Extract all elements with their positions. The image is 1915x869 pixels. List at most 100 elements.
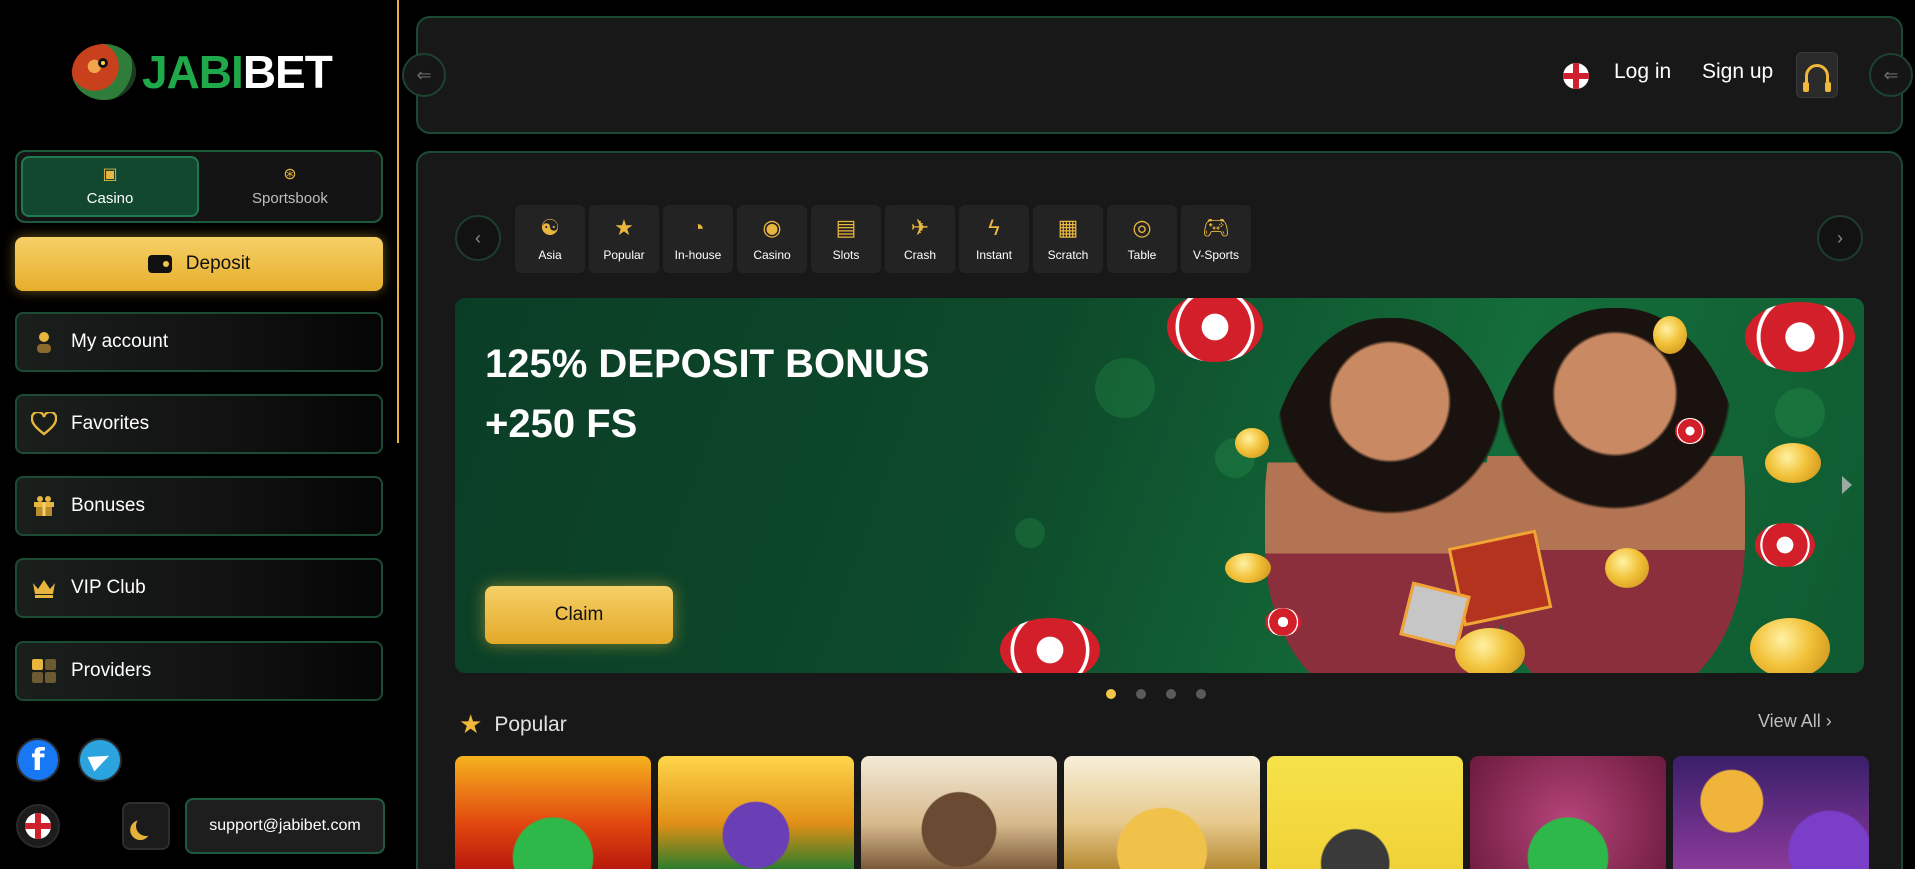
yin-yang-icon: ☯ [540, 215, 560, 240]
sidebar-item-bonuses[interactable]: Bonuses [15, 476, 383, 536]
casino-chip-image [1675, 418, 1705, 444]
casino-chip-image [1000, 618, 1100, 673]
login-link[interactable]: Log in [1614, 60, 1671, 84]
category-table[interactable]: ◎ Table [1107, 205, 1177, 273]
game-tile[interactable] [1673, 756, 1869, 869]
support-button[interactable] [1796, 52, 1838, 98]
poker-chips-icon: ◎ [1132, 215, 1152, 240]
mode-switch: ▣ Casino ⊛ Sportsbook [15, 150, 383, 223]
support-email[interactable]: support@jabibet.com [185, 798, 385, 854]
sidebar-divider [397, 0, 399, 443]
sidebar-item-label: VIP Club [71, 577, 146, 598]
game-tile[interactable] [861, 756, 1057, 869]
category-casino[interactable]: ◉ Casino [737, 205, 807, 273]
bokeh [1775, 388, 1825, 438]
gold-coin-image [1225, 553, 1271, 583]
claim-button[interactable]: Claim [485, 586, 673, 644]
category-slots[interactable]: ▤ Slots [811, 205, 881, 273]
gold-coin-image [1235, 428, 1269, 458]
tab-casino[interactable]: ▣ Casino [21, 156, 199, 217]
banner-title: 125% DEPOSIT BONUS +250 FS [485, 342, 930, 446]
tab-casino-label: Casino [86, 190, 134, 207]
gamepad-icon: 🎮︎ [1202, 215, 1230, 240]
chevron-left-icon: ‹ [475, 227, 481, 248]
pagination-dot[interactable] [1166, 689, 1176, 699]
category-popular[interactable]: ★ Popular [589, 205, 659, 273]
casino-chip-image [1745, 302, 1855, 372]
category-bar: ☯ Asia ★ Popular ◔ In-house ◉ Casino ▤ Slots … [515, 205, 1251, 273]
casino-chip-image [1755, 523, 1815, 567]
facebook-icon[interactable]: f [16, 738, 60, 782]
deposit-label: Deposit [185, 253, 251, 274]
basketball-icon: ⊛ [283, 166, 297, 183]
theme-toggle-button[interactable] [122, 802, 170, 850]
category-in-house[interactable]: ◔ In-house [663, 205, 733, 273]
heart-icon [31, 411, 57, 437]
pagination-dot[interactable] [1196, 689, 1206, 699]
app: JABIBET ▣ Casino ⊛ Sportsbook Deposit My… [0, 0, 1915, 869]
signup-link[interactable]: Sign up [1702, 60, 1773, 84]
pagination-dot[interactable] [1136, 689, 1146, 699]
sidebar-item-label: Favorites [71, 413, 150, 434]
logo-text: JABIBET [142, 46, 333, 98]
crown-icon [31, 575, 57, 601]
gauge-icon: ◔ [691, 215, 705, 240]
game-tile[interactable] [1267, 756, 1463, 869]
banner-next-arrow[interactable] [1842, 476, 1852, 494]
casino-chip-image [1265, 608, 1301, 636]
promo-woman-image [1485, 308, 1745, 673]
gold-coin-image [1605, 548, 1649, 588]
plane-icon: ✈ [910, 215, 930, 240]
category-instant[interactable]: ϟ Instant [959, 205, 1029, 273]
sidebar-item-my-account[interactable]: My account [15, 312, 383, 372]
sidebar-item-favorites[interactable]: Favorites [15, 394, 383, 454]
sidebar-item-label: Providers [71, 660, 152, 681]
collapse-sidebar-button[interactable]: ⇐ [402, 53, 446, 97]
collapse-icon: ⇐ [1883, 64, 1899, 85]
popular-games-row [455, 756, 1869, 869]
gold-coin-image [1653, 316, 1687, 354]
collapse-icon: ⇐ [416, 64, 432, 85]
game-tile[interactable] [658, 756, 854, 869]
view-all-link[interactable]: View All › [1758, 711, 1832, 732]
casino-chip-image [1167, 298, 1263, 362]
category-crash[interactable]: ✈ Crash [885, 205, 955, 273]
category-v-sports[interactable]: 🎮︎ V-Sports [1181, 205, 1251, 273]
category-asia[interactable]: ☯ Asia [515, 205, 585, 273]
gold-coin-image [1750, 618, 1830, 673]
game-tile[interactable] [455, 756, 651, 869]
game-tile[interactable] [1064, 756, 1260, 869]
england-flag-icon[interactable] [1563, 63, 1589, 89]
sidebar-item-vip-club[interactable]: VIP Club [15, 558, 383, 618]
logo[interactable]: JABIBET [72, 44, 333, 100]
promo-banner[interactable]: 125% DEPOSIT BONUS +250 FS Claim [455, 298, 1864, 673]
sidebar: JABIBET ▣ Casino ⊛ Sportsbook Deposit My… [0, 0, 400, 869]
user-icon [31, 329, 57, 355]
popular-section-title: ★ Popular [459, 709, 567, 739]
game-tile[interactable] [1470, 756, 1666, 869]
telegram-icon[interactable] [78, 738, 122, 782]
categories-next-button[interactable]: › [1817, 215, 1863, 261]
gold-coin-image [1455, 628, 1525, 673]
deposit-button[interactable]: Deposit [15, 237, 383, 291]
language-button[interactable] [16, 804, 60, 848]
tab-sportsbook[interactable]: ⊛ Sportsbook [203, 156, 377, 217]
lightning-icon: ϟ [988, 215, 1000, 240]
grid-icon [31, 658, 57, 684]
england-flag-icon [25, 813, 51, 839]
category-scratch[interactable]: ▦ Scratch [1033, 205, 1103, 273]
sidebar-item-label: My account [71, 331, 169, 352]
star-icon: ★ [459, 709, 483, 739]
sidebar-item-providers[interactable]: Providers [15, 641, 383, 701]
roulette-icon: ◉ [762, 215, 782, 240]
banner-pagination [1106, 689, 1206, 699]
gift-icon [31, 493, 57, 519]
moon-icon [134, 814, 157, 837]
pagination-dot[interactable] [1106, 689, 1116, 699]
headset-icon [1803, 64, 1831, 92]
bokeh [1015, 518, 1045, 548]
gold-coin-image [1765, 443, 1821, 483]
categories-prev-button[interactable]: ‹ [455, 215, 501, 261]
collapse-panel-button[interactable]: ⇐ [1869, 53, 1913, 97]
star-icon: ★ [614, 215, 634, 240]
